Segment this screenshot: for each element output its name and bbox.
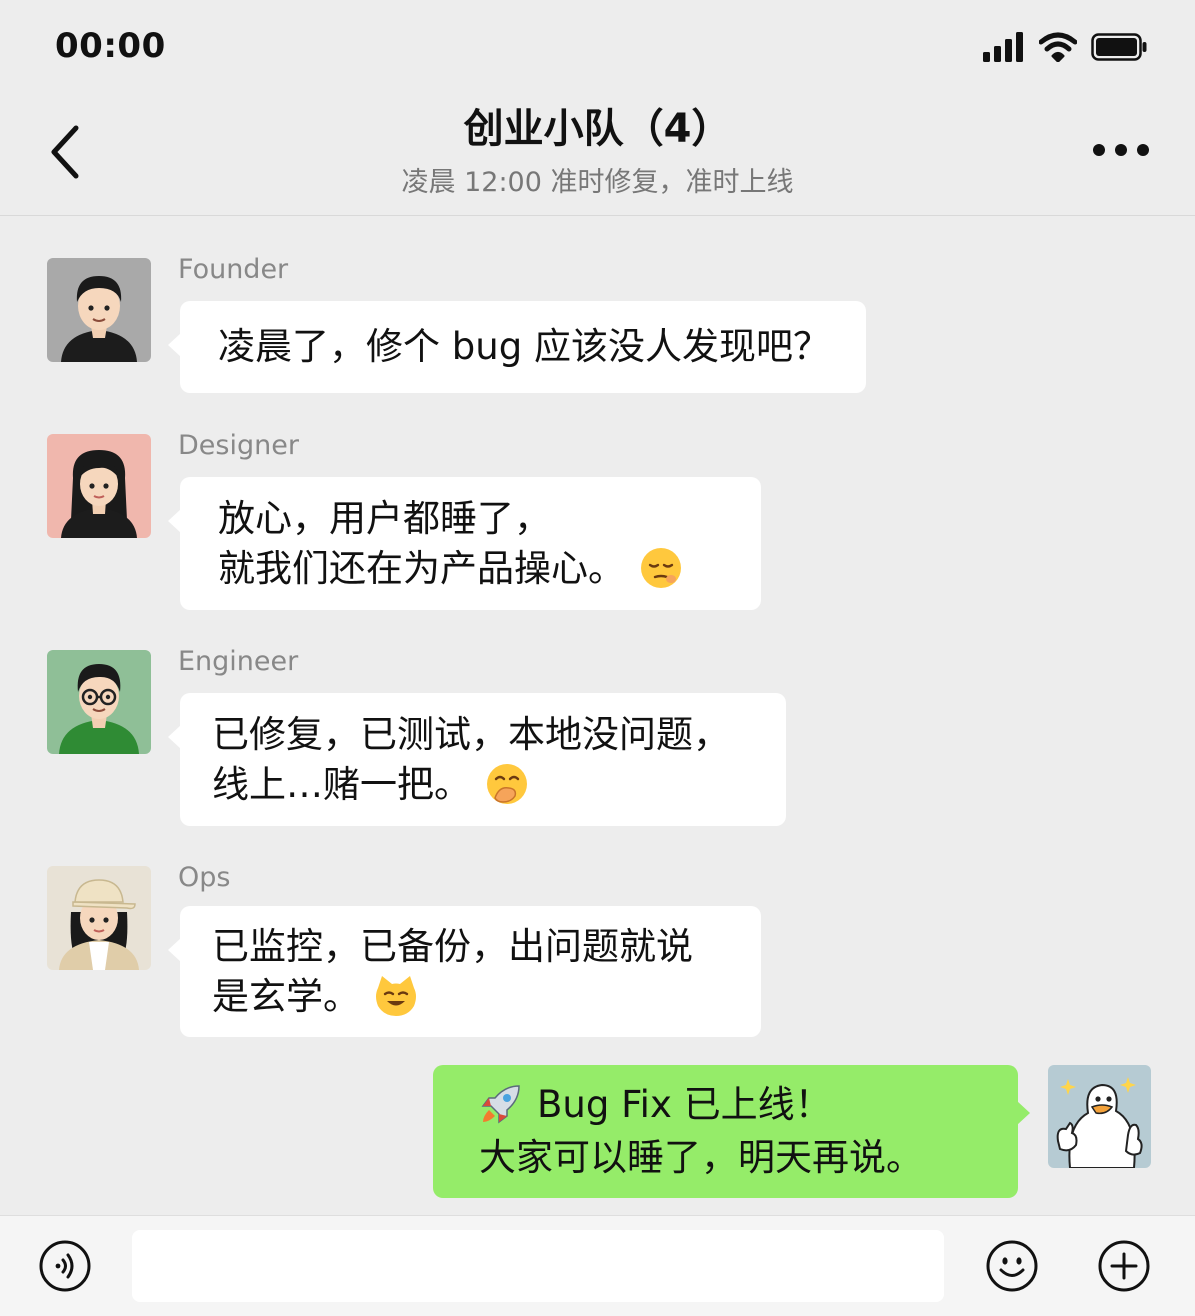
avatar-ops[interactable] xyxy=(47,866,151,970)
sender-name: Founder xyxy=(178,254,289,285)
message-text-line: 放心，用户都睡了， xyxy=(218,497,551,540)
relieved-face-icon xyxy=(641,547,681,588)
sender-name: Engineer xyxy=(178,646,299,677)
message-text-line: 是玄学。 xyxy=(212,975,360,1018)
message-text-line: 线上…赌一把。 xyxy=(212,763,471,806)
message-bubble[interactable]: 已监控，已备份，出问题就说 是玄学。 xyxy=(168,906,761,1037)
duck-thumbs-up-icon[interactable] xyxy=(1048,1065,1151,1168)
grinning-cat-icon xyxy=(376,975,416,1016)
add-plus-icon[interactable] xyxy=(1097,1239,1151,1293)
avatar-engineer[interactable] xyxy=(47,650,151,754)
wifi-icon xyxy=(1039,32,1077,62)
status-icons xyxy=(983,30,1147,64)
chat-subtitle: 凌晨 12:00 准时修复，准时上线 xyxy=(401,167,794,198)
input-bar xyxy=(0,1215,1195,1316)
face-with-hand-over-mouth-icon xyxy=(487,763,527,804)
message-bubble[interactable]: 已修复，已测试，本地没问题， 线上…赌一把。 xyxy=(168,693,786,826)
message-bubble[interactable]: 放心，用户都睡了， 就我们还在为产品操心。 xyxy=(168,477,761,610)
cellular-signal-icon xyxy=(983,32,1023,62)
message-input[interactable] xyxy=(132,1230,944,1302)
rocket-icon xyxy=(481,1084,520,1123)
status-time: 00:00 xyxy=(55,26,166,66)
message-text-line: Bug Fix 已上线！ xyxy=(537,1083,832,1126)
more-options-icon[interactable] xyxy=(1091,140,1151,160)
message-text-line: 已修复，已测试，本地没问题， xyxy=(212,713,730,756)
message-text-line: 就我们还在为产品操心。 xyxy=(218,547,625,590)
avatar-founder[interactable] xyxy=(47,258,151,362)
message-bubble[interactable]: 凌晨了，修个 bug 应该没人发现吧？ xyxy=(168,301,866,393)
emoji-button-icon[interactable] xyxy=(985,1239,1039,1293)
voice-input-icon[interactable] xyxy=(38,1239,92,1293)
message-text-line: 大家可以睡了，明天再说。 xyxy=(479,1136,923,1179)
message-text-line: 已监控，已备份，出问题就说 xyxy=(212,925,693,968)
avatar-designer[interactable] xyxy=(47,434,151,538)
battery-icon xyxy=(1091,33,1147,61)
chat-header: 创业小队（4） 凌晨 12:00 准时修复，准时上线 xyxy=(0,92,1195,216)
sender-name: Ops xyxy=(178,862,231,893)
sender-name: Designer xyxy=(178,430,299,461)
message-text: 凌晨了，修个 bug 应该没人发现吧？ xyxy=(218,325,830,368)
status-bar: 00:00 xyxy=(0,0,1195,92)
message-bubble-self[interactable]: Bug Fix 已上线！ 大家可以睡了，明天再说。 xyxy=(433,1065,1030,1198)
chat-title: 创业小队（4） xyxy=(463,106,732,152)
